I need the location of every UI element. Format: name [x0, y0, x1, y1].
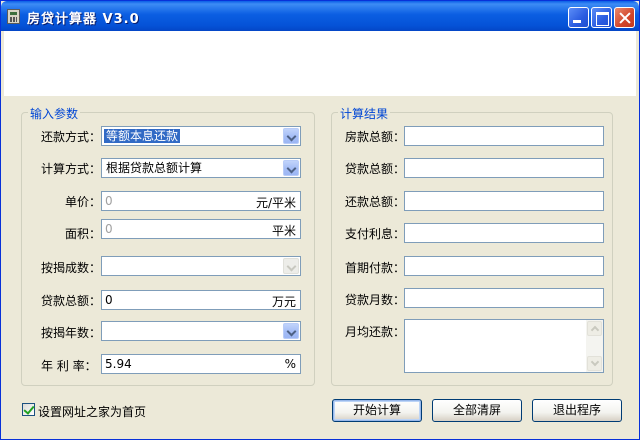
chevron-down-icon — [283, 258, 299, 274]
house-total-label: 房款总额： — [345, 130, 406, 144]
banner-area — [4, 31, 636, 96]
mortgage-ratio-select[interactable] — [101, 256, 301, 276]
calc-method-select[interactable]: 根据贷款总额计算 — [101, 158, 301, 178]
results-legend: 计算结果 — [338, 105, 391, 122]
input-params-legend: 输入参数 — [28, 105, 81, 122]
house-total-output[interactable] — [404, 126, 604, 146]
result-loan-total-output[interactable] — [404, 158, 604, 178]
calc-method-value: 根据贷款总额计算 — [106, 161, 203, 175]
chevron-down-icon[interactable] — [283, 128, 299, 144]
annual-rate-unit: % — [284, 357, 296, 371]
unit-price-unit: 元/平米 — [255, 196, 296, 210]
repay-total-output[interactable] — [404, 191, 604, 211]
homepage-checkbox[interactable] — [22, 403, 35, 416]
loan-total-input[interactable]: 0 万元 — [101, 290, 301, 310]
chevron-down-icon[interactable] — [283, 323, 299, 339]
repay-method-select[interactable]: 等额本息还款 — [101, 126, 301, 146]
area-unit: 平米 — [271, 224, 296, 238]
mortgage-ratio-value — [104, 259, 108, 273]
mortgage-years-label: 按揭年数： — [41, 326, 102, 340]
app-window: 房贷计算器 V3.0 输入参数 还款方式： 等额本息还款 计算方式： 根据贷款总… — [0, 0, 640, 440]
scroll-down-icon[interactable] — [587, 356, 602, 371]
calc-method-label: 计算方式： — [41, 162, 102, 176]
area-placeholder: 0 — [105, 222, 113, 236]
annual-rate-input[interactable]: 5.94 % — [101, 354, 301, 374]
loan-total-value: 0 — [105, 293, 113, 307]
clear-all-button[interactable]: 全部清屏 — [432, 399, 522, 422]
mortgage-years-value — [104, 324, 108, 338]
mortgage-ratio-label: 按揭成数： — [41, 261, 102, 275]
close-button[interactable] — [614, 7, 635, 28]
loan-months-label: 贷款月数： — [345, 293, 406, 307]
annual-rate-label: 年 利 率： — [41, 359, 97, 373]
chevron-down-icon[interactable] — [283, 160, 299, 176]
interest-output[interactable] — [404, 223, 604, 243]
repay-total-label: 还款总额： — [345, 195, 406, 209]
mortgage-years-select[interactable] — [101, 321, 301, 341]
unit-price-label: 单价： — [65, 195, 102, 209]
monthly-payment-label: 月均还款： — [345, 325, 406, 339]
homepage-checkbox-label[interactable]: 设置网址之家为首页 — [38, 403, 146, 420]
vertical-scrollbar[interactable] — [586, 320, 603, 372]
area-input[interactable]: 0 平米 — [101, 219, 301, 239]
input-params-group: 输入参数 — [21, 105, 315, 386]
loan-months-output[interactable] — [404, 288, 604, 308]
calculator-icon — [7, 9, 20, 24]
scroll-up-icon[interactable] — [587, 321, 602, 336]
title-bar[interactable]: 房贷计算器 V3.0 — [1, 1, 639, 31]
minimize-button[interactable] — [568, 7, 589, 28]
repay-method-label: 还款方式： — [41, 130, 102, 144]
maximize-button[interactable] — [591, 7, 612, 28]
window-title: 房贷计算器 V3.0 — [27, 12, 140, 27]
down-payment-output[interactable] — [404, 256, 604, 276]
down-payment-label: 首期付款： — [345, 261, 406, 275]
result-loan-total-label: 贷款总额： — [345, 162, 406, 176]
annual-rate-value: 5.94 — [105, 357, 132, 371]
exit-button[interactable]: 退出程序 — [532, 399, 622, 422]
unit-price-placeholder: 0 — [105, 194, 113, 208]
start-calc-button[interactable]: 开始计算 — [332, 399, 422, 422]
monthly-payment-output[interactable] — [404, 319, 604, 373]
repay-method-value: 等额本息还款 — [104, 129, 181, 143]
area-label: 面积： — [65, 227, 102, 241]
unit-price-input[interactable]: 0 元/平米 — [101, 191, 301, 211]
loan-total-unit: 万元 — [271, 295, 296, 309]
interest-label: 支付利息： — [345, 227, 406, 241]
loan-total-label: 贷款总额： — [41, 294, 102, 308]
